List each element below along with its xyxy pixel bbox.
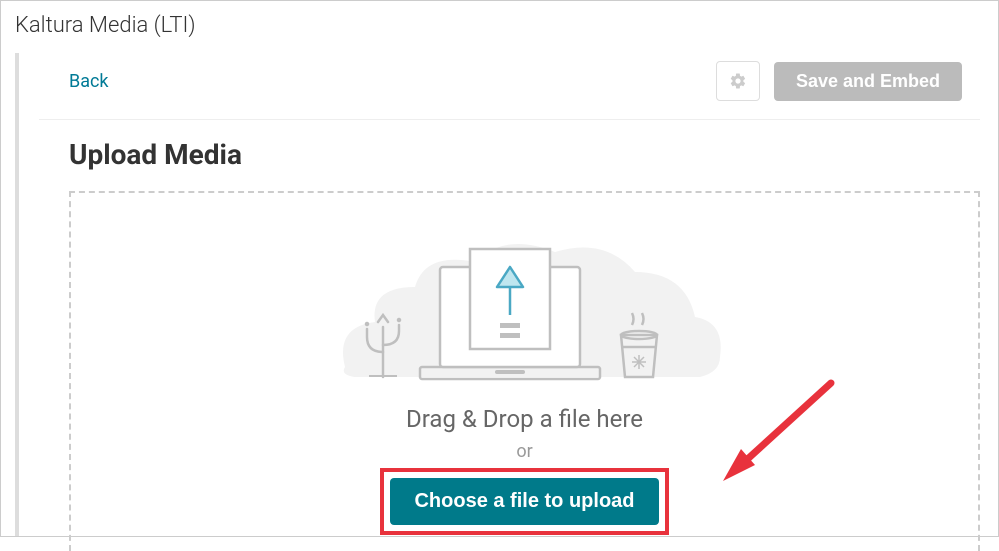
upload-illustration [305,217,745,397]
settings-button[interactable] [716,61,760,101]
toolbar: Back Save and Embed [39,53,980,120]
gear-icon [729,72,747,90]
save-and-embed-button[interactable]: Save and Embed [774,62,962,101]
annotation-highlight-box: Choose a file to upload [380,468,668,535]
choose-file-button[interactable]: Choose a file to upload [390,478,658,525]
page-heading: Upload Media [39,120,998,191]
drag-drop-text: Drag & Drop a file here [91,405,958,433]
left-rail [15,53,19,536]
app-title: Kaltura Media (LTI) [1,1,998,54]
or-text: or [91,441,958,462]
upload-dropzone[interactable]: Drag & Drop a file here or Choose a file… [69,191,980,551]
back-link[interactable]: Back [69,71,109,92]
